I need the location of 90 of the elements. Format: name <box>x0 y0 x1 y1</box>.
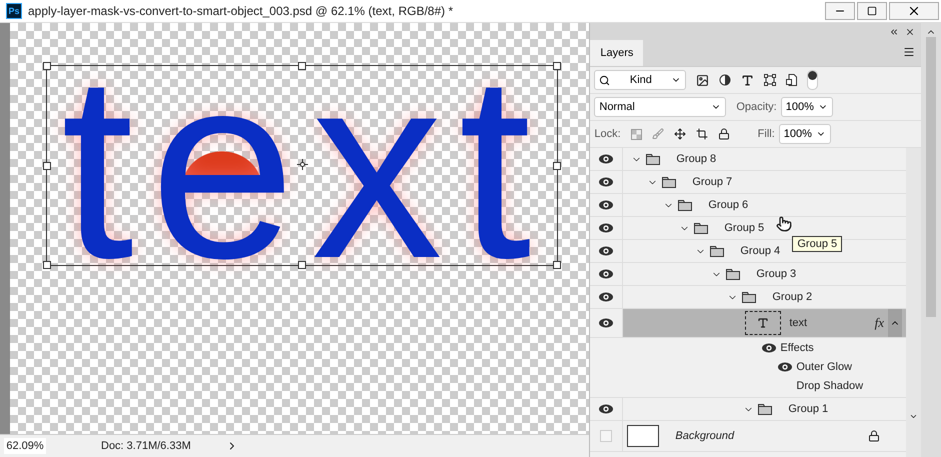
folder-icon <box>646 154 660 164</box>
scrollbar-thumb[interactable] <box>926 37 936 317</box>
layer-name: Background <box>675 430 734 442</box>
filter-toggle[interactable] <box>807 70 818 90</box>
layer-row[interactable]: Group 1 <box>623 398 832 420</box>
layer-row[interactable]: Group 7 <box>623 171 736 193</box>
layer-thumbnail <box>627 425 660 447</box>
eye-icon[interactable] <box>599 200 614 210</box>
eye-icon[interactable] <box>599 404 614 414</box>
filter-dropdown[interactable]: Kind <box>594 70 686 90</box>
panel-tab[interactable]: Layers <box>590 40 644 66</box>
visibility-toggle[interactable] <box>600 430 612 442</box>
eye-icon[interactable] <box>599 246 614 256</box>
layer-row[interactable]: Group 4 <box>623 240 784 262</box>
lock-label: Lock: <box>594 128 621 140</box>
tooltip: Group 5 <box>792 236 842 252</box>
fill-label: Fill: <box>758 128 775 140</box>
shape-icon[interactable] <box>764 74 776 86</box>
layer-row[interactable]: Group 8 <box>623 148 720 170</box>
crosshair-icon <box>297 159 308 170</box>
eye-icon[interactable] <box>778 362 792 372</box>
layer-row[interactable]: Group 5 <box>623 217 768 239</box>
close-button[interactable] <box>889 2 939 20</box>
eye-icon[interactable] <box>599 177 614 187</box>
layer-name: Group 8 <box>676 153 716 165</box>
effects-label: Effects <box>780 342 814 354</box>
transform-handle[interactable] <box>298 62 306 70</box>
layer-name: Group 3 <box>756 268 796 280</box>
collapse-icon[interactable] <box>889 26 900 36</box>
transform-handle[interactable] <box>553 62 561 70</box>
zoom-field[interactable]: 62.09% <box>4 438 46 454</box>
opacity-label: Opacity: <box>736 101 777 113</box>
layer-name: Group 4 <box>740 245 780 257</box>
transform-handle[interactable] <box>43 62 51 70</box>
type-icon[interactable] <box>741 74 754 86</box>
maximize-button[interactable] <box>857 2 887 20</box>
layer-name: Group 1 <box>788 403 828 415</box>
layer-name: text <box>789 317 808 329</box>
eye-icon[interactable] <box>762 342 776 352</box>
layer-row[interactable]: Group 3 <box>623 263 800 285</box>
folder-icon <box>678 200 692 210</box>
image-icon[interactable] <box>696 74 710 86</box>
eye-icon[interactable] <box>599 154 614 164</box>
folder-icon <box>726 268 740 280</box>
close-icon[interactable] <box>905 26 916 36</box>
layer-name: Group 7 <box>692 176 732 188</box>
blend-mode-dropdown[interactable]: Normal <box>594 97 726 117</box>
transform-handle[interactable] <box>298 261 306 269</box>
effects-toggle[interactable] <box>888 309 902 337</box>
lock-icon[interactable] <box>718 128 730 140</box>
layer-row[interactable]: Background <box>623 421 906 451</box>
layer-row[interactable]: Group 6 <box>623 194 752 216</box>
document-canvas[interactable]: text <box>10 23 590 434</box>
maximize-icon <box>867 6 877 16</box>
layer-name: Group 5 <box>724 222 764 234</box>
document-size: Doc: 3.71M/6.33M <box>101 440 192 452</box>
effect-name[interactable]: Outer Glow <box>796 360 852 372</box>
opacity-field[interactable]: 100% <box>780 97 833 117</box>
menu-icon[interactable] <box>903 46 916 58</box>
transform-handle[interactable] <box>43 261 51 269</box>
layer-name: Group 2 <box>772 291 812 303</box>
text-layer-thumbnail <box>745 311 782 335</box>
layer-row[interactable]: text fx <box>623 309 906 337</box>
effect-name[interactable]: Drop Shadow <box>796 380 864 392</box>
artboard-icon[interactable] <box>696 128 708 140</box>
transform-handle[interactable] <box>43 162 51 170</box>
smart-object-icon[interactable] <box>786 74 798 86</box>
eye-icon[interactable] <box>599 292 614 302</box>
eye-icon[interactable] <box>599 269 614 279</box>
move-icon[interactable] <box>674 128 686 140</box>
eye-icon[interactable] <box>599 318 614 328</box>
eye-icon[interactable] <box>599 223 614 233</box>
close-icon <box>907 4 921 18</box>
folder-icon <box>758 404 772 414</box>
fx-label: fx <box>874 315 884 331</box>
fill-field[interactable]: 100% <box>778 124 831 144</box>
folder-icon <box>710 246 724 256</box>
window-title: apply-layer-mask-vs-convert-to-smart-object_003.psd @ 62.1% (text, RGB/8#) * <box>28 4 454 18</box>
layer-row[interactable]: Group 2 <box>623 286 816 308</box>
hand-cursor-icon <box>776 216 792 232</box>
folder-icon <box>662 176 676 188</box>
transform-handle[interactable] <box>553 162 561 170</box>
folder-icon <box>742 292 756 302</box>
transform-handle[interactable] <box>553 261 561 269</box>
adjustment-icon[interactable] <box>719 74 732 86</box>
folder-icon <box>694 222 708 234</box>
search-icon <box>599 74 610 86</box>
layer-name: Group 6 <box>708 199 748 211</box>
scroll-down-icon[interactable] <box>909 412 918 421</box>
app-icon: Ps <box>6 3 22 19</box>
